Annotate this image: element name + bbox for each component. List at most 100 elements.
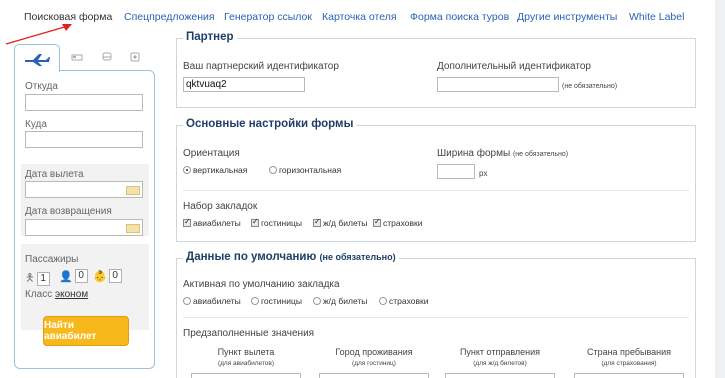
tab-link-generator[interactable]: Генератор ссылок (224, 11, 312, 23)
form-width-input[interactable] (437, 164, 475, 179)
widget-tab-flights[interactable] (14, 44, 60, 72)
active-tab-insurance[interactable]: страховки (379, 296, 428, 306)
class-label: Класс (25, 289, 53, 300)
column-departure-point-sub: (для авиабилетов) (217, 360, 275, 367)
radio-icon[interactable] (183, 297, 191, 305)
widget-tab-hotels[interactable] (62, 44, 92, 70)
tab-option-trains[interactable]: ж/д билеты (313, 217, 368, 228)
widget-tab-trains[interactable] (92, 44, 122, 70)
adults-counter[interactable]: 🯅 1 (25, 269, 50, 288)
adult-icon: 🯅 (25, 272, 35, 284)
horizontal-label: горизонтальная (279, 165, 342, 175)
column-train-departure: Пункт отправления (459, 347, 541, 357)
prefilled-label: Предзаполненные значения (183, 328, 315, 339)
hotel-city-input[interactable] (319, 373, 429, 378)
bed-icon (71, 54, 83, 61)
search-widget-preview: Откуда Куда Дата вылета Дата возвращения… (14, 44, 155, 369)
departure-date-input[interactable] (25, 181, 143, 198)
child-icon: 👤 (59, 270, 73, 283)
tab-option-flights[interactable]: авиабилеты (183, 217, 241, 228)
checkbox-icon[interactable] (373, 217, 381, 227)
extra-id-label: Дополнительный идентификатор (437, 61, 591, 72)
airplane-icon (25, 53, 50, 66)
active-tab-option-label: страховки (389, 296, 429, 306)
tabs-set-label: Набор закладок (183, 201, 258, 212)
departure-label: Дата вылета (25, 169, 84, 180)
find-flights-button[interactable]: Найти авиабилет (43, 316, 129, 346)
tab-option-hotels[interactable]: гостиницы (251, 217, 302, 228)
children-counter[interactable]: 👤 0 (59, 269, 88, 283)
passengers-label: Пассажиры (25, 254, 79, 265)
column-hotel-city-sub: (для гостиниц) (352, 360, 396, 367)
radio-icon[interactable] (183, 166, 191, 174)
red-arrow-annotation (5, 24, 72, 45)
tab-option-label: страховки (383, 218, 423, 228)
column-train-departure-sub: (для ж/д билетов) (473, 360, 527, 367)
main-settings-legend: Основные настройки формы (183, 118, 357, 130)
active-tab-hotels[interactable]: гостиницы (251, 296, 302, 306)
tab-special-offers[interactable]: Спецпредложения (124, 11, 215, 23)
tab-white-label[interactable]: White Label (629, 11, 684, 23)
radio-icon[interactable] (251, 297, 259, 305)
extra-id-input[interactable] (437, 77, 559, 92)
form-width-label: Ширина формы (не обязательно) (437, 148, 568, 159)
to-input[interactable] (25, 131, 143, 148)
tab-option-label: авиабилеты (193, 218, 241, 228)
defaults-legend: Данные по умолчанию (не обязательно) (183, 251, 399, 263)
infants-counter[interactable]: 👶 0 (93, 269, 122, 283)
main-settings-fieldset: Основные настройки формы Ориентация верт… (176, 118, 696, 242)
children-value[interactable]: 0 (74, 269, 88, 283)
active-tab-flights[interactable]: авиабилеты (183, 296, 241, 306)
defaults-legend-text: Данные по умолчанию (186, 251, 317, 263)
return-label: Дата возвращения (25, 206, 112, 217)
departure-point-input[interactable] (191, 373, 301, 378)
form-width-note: (не обязательно) (512, 151, 569, 158)
class-selector: Класс эконом (25, 289, 88, 300)
orientation-vertical-option[interactable]: вертикальная (183, 165, 247, 175)
radio-icon[interactable] (269, 166, 277, 174)
divider (183, 190, 689, 191)
tab-option-label: гостиницы (261, 218, 302, 228)
active-tab-label: Активная по умолчанию закладка (183, 279, 340, 290)
tab-tour-search-form[interactable]: Форма поиска туров (410, 11, 509, 23)
tab-option-insurance[interactable]: страховки (373, 217, 423, 228)
infant-icon: 👶 (93, 270, 107, 283)
active-tab-option-label: авиабилеты (193, 296, 241, 306)
column-stay-country: Страна пребывания (586, 347, 672, 357)
radio-icon[interactable] (379, 297, 387, 305)
checkbox-icon[interactable] (313, 217, 321, 227)
from-label: Откуда (25, 81, 58, 92)
widget-tab-insurance[interactable] (120, 44, 150, 70)
insurance-icon (130, 52, 140, 62)
tab-other-tools[interactable]: Другие инструменты (517, 11, 617, 23)
column-hotel-city: Город проживания (335, 347, 413, 357)
active-tab-option-label: ж/д билеты (323, 296, 368, 306)
class-value-link[interactable]: эконом (55, 289, 88, 300)
calendar-icon[interactable] (126, 186, 140, 195)
defaults-fieldset: Данные по умолчанию (не обязательно) Акт… (176, 251, 696, 378)
scrollbar-track[interactable] (715, 0, 725, 378)
tab-option-label: ж/д билеты (323, 218, 368, 228)
radio-icon[interactable] (313, 297, 321, 305)
checkbox-icon[interactable] (183, 217, 191, 227)
partner-id-input[interactable]: qktvuaq2 (183, 77, 305, 92)
to-label: Куда (25, 119, 47, 130)
orientation-horizontal-option[interactable]: горизонтальная (269, 165, 341, 175)
partner-legend: Партнер (183, 31, 237, 43)
column-departure-point: Пункт вылета (217, 347, 275, 357)
active-tab-trains[interactable]: ж/д билеты (313, 296, 367, 306)
train-icon (102, 52, 112, 61)
infants-value[interactable]: 0 (108, 269, 122, 283)
train-departure-input[interactable] (445, 373, 555, 378)
tab-hotel-card[interactable]: Карточка отеля (322, 11, 397, 23)
adults-value[interactable]: 1 (36, 271, 50, 286)
stay-country-input[interactable] (574, 373, 684, 378)
calendar-icon[interactable] (126, 224, 140, 233)
active-tab-option-label: гостиницы (261, 296, 302, 306)
partner-id-label: Ваш партнерский идентификатор (183, 61, 339, 72)
from-input[interactable] (25, 94, 143, 111)
checkbox-icon[interactable] (251, 217, 259, 227)
return-date-input[interactable] (25, 219, 143, 236)
divider (183, 317, 689, 318)
widget-body: Откуда Куда Дата вылета Дата возвращения… (14, 70, 155, 369)
